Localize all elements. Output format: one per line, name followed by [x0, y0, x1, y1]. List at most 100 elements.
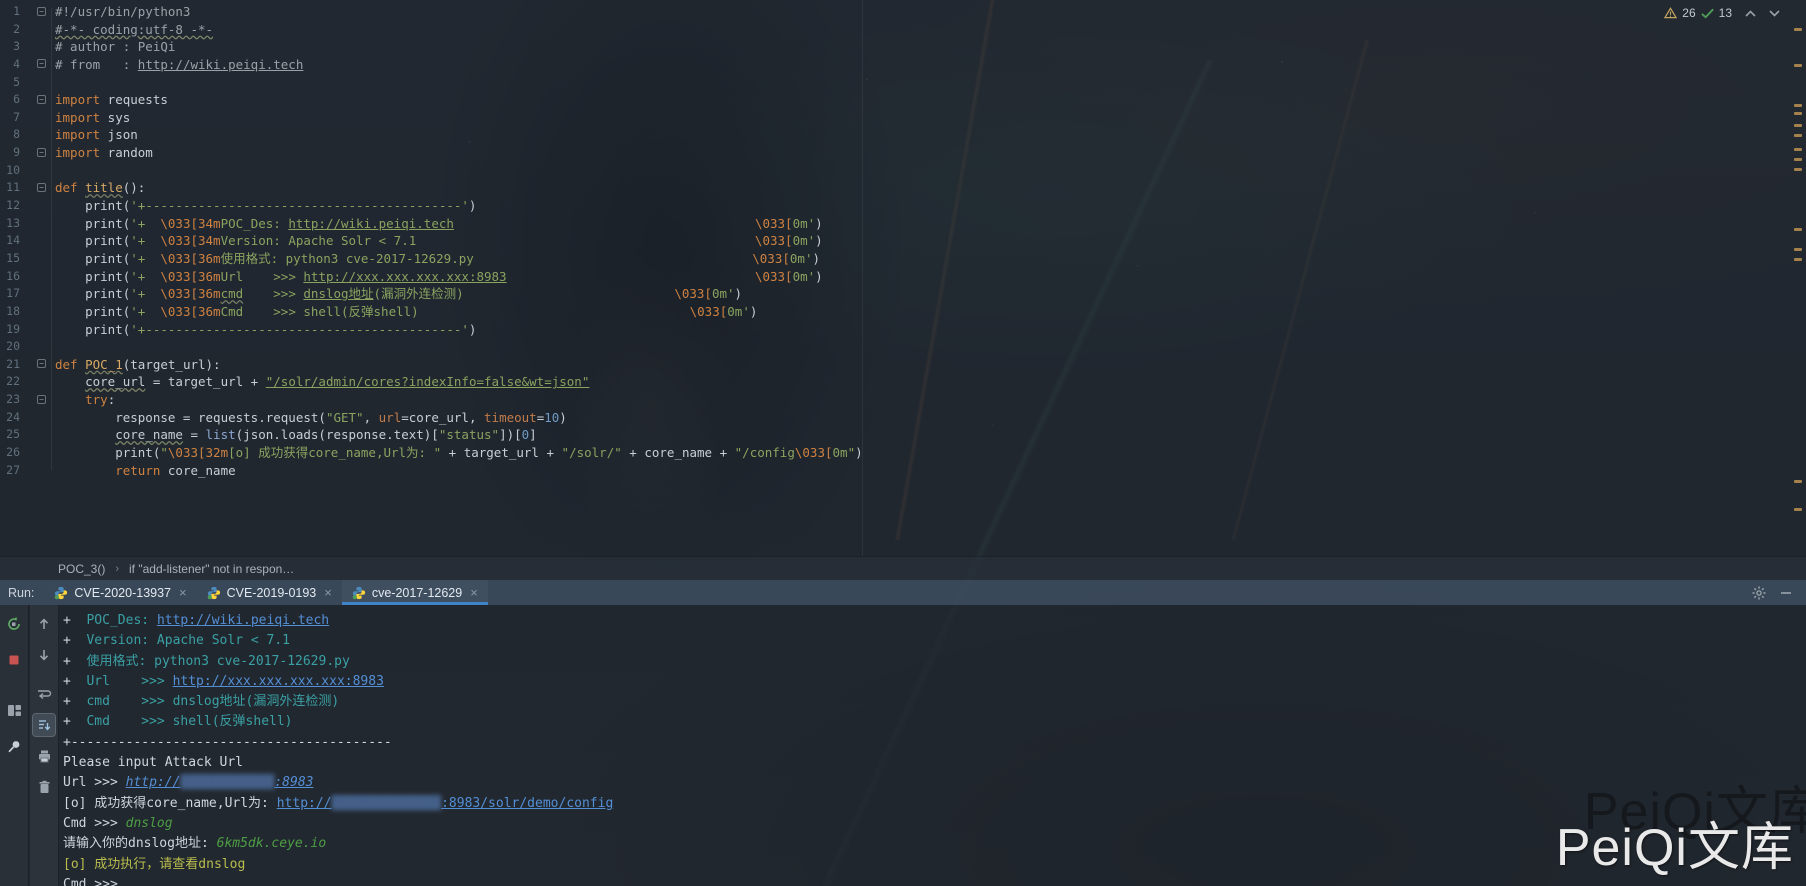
code-text[interactable]: print('+ \033[36mUrl >>> http://xxx.xxx.… — [55, 268, 823, 286]
code-text[interactable]: import json — [55, 126, 138, 144]
stop-icon[interactable] — [3, 649, 25, 671]
run-tab-cve-2020-13937[interactable]: CVE-2020-13937 × — [44, 580, 196, 605]
code-line[interactable]: 26 print("\033[32m[o] 成功获得core_name,Url为… — [0, 444, 1786, 462]
code-line[interactable]: 4 − # from : http://wiki.peiqi.tech — [0, 56, 1786, 74]
code-text[interactable]: print('+--------------------------------… — [55, 197, 476, 215]
line-number[interactable]: 9 — [0, 144, 20, 162]
line-number[interactable]: 2 — [0, 21, 20, 39]
line-number[interactable]: 25 — [0, 426, 20, 444]
code-line[interactable]: 19 print('+-----------------------------… — [0, 321, 1786, 339]
code-text[interactable]: core_url = target_url + "/solr/admin/cor… — [55, 373, 589, 391]
code-text[interactable]: print('+--------------------------------… — [55, 321, 476, 339]
line-number[interactable]: 1 — [0, 3, 20, 21]
code-line[interactable]: 22 core_url = target_url + "/solr/admin/… — [0, 373, 1786, 391]
fold-icon[interactable]: − — [37, 182, 46, 192]
next-problem-chevron-icon[interactable] — [1769, 9, 1780, 17]
code-line[interactable]: 20 — [0, 338, 1786, 356]
warning-stripe-mark[interactable] — [1794, 480, 1802, 483]
warning-stripe-mark[interactable] — [1794, 124, 1802, 127]
line-number[interactable]: 14 — [0, 232, 20, 250]
warning-stripe-mark[interactable] — [1794, 104, 1802, 107]
warning-count[interactable]: 26 — [1682, 6, 1695, 20]
line-number[interactable]: 15 — [0, 250, 20, 268]
code-line[interactable]: 12 print('+-----------------------------… — [0, 197, 1786, 215]
print-icon[interactable] — [33, 745, 55, 767]
line-number[interactable]: 6 — [0, 91, 20, 109]
down-arrow-icon[interactable] — [33, 644, 55, 666]
fold-icon[interactable]: − — [37, 6, 46, 16]
code-text[interactable]: print('+ \033[36mCmd >>> shell(反弹shell) … — [55, 303, 757, 321]
code-text[interactable]: print('+ \033[36m使用格式: python3 cve-2017-… — [55, 250, 820, 268]
link[interactable]: http://wiki.peiqi.tech — [157, 613, 329, 628]
code-text[interactable]: #-*- coding:utf-8 -*- — [55, 21, 213, 39]
prev-problem-chevron-icon[interactable] — [1745, 9, 1756, 17]
code-line[interactable]: 15 print('+ \033[36m使用格式: python3 cve-20… — [0, 250, 1786, 268]
clear-all-trash-icon[interactable] — [33, 776, 55, 798]
code-text[interactable]: # from : http://wiki.peiqi.tech — [55, 56, 303, 74]
line-number[interactable]: 5 — [0, 74, 20, 92]
link[interactable]: http://xxx.xxx.xxx.xxx:8983 — [303, 269, 506, 284]
code-text[interactable]: import random — [55, 144, 153, 162]
code-line[interactable]: 11 − def title(): — [0, 179, 1786, 197]
link[interactable]: http://wiki.peiqi.tech — [138, 57, 304, 72]
editor-code[interactable]: 1− #!/usr/bin/python3 2 #-*- coding:utf-8 -… — [0, 3, 1786, 479]
breadcrumb-context[interactable]: if "add-listener" not in respon… — [129, 562, 294, 576]
line-number[interactable]: 3 — [0, 38, 20, 56]
breadcrumb-scope[interactable]: POC_3() — [58, 562, 105, 576]
close-icon[interactable]: × — [324, 585, 332, 600]
link[interactable]: http://xxx.xxx.xxx.xxx:8983 — [173, 674, 384, 689]
code-text[interactable]: print('+ \033[34mPOC_Des: http://wiki.pe… — [55, 215, 823, 233]
warning-stripe-mark[interactable] — [1794, 258, 1802, 261]
code-text[interactable]: def POC_1(target_url): — [55, 356, 221, 374]
line-number[interactable]: 10 — [0, 162, 20, 180]
line-number[interactable]: 22 — [0, 373, 20, 391]
code-line[interactable]: 16 print('+ \033[36mUrl >>> http://xxx.x… — [0, 268, 1786, 286]
warning-stripe-mark[interactable] — [1794, 134, 1802, 137]
pin-icon[interactable] — [3, 735, 25, 757]
code-line[interactable]: 23 − try: — [0, 391, 1786, 409]
link[interactable]: http:// — [126, 775, 181, 790]
code-text[interactable]: core_name = list(json.loads(response.tex… — [55, 426, 536, 444]
fold-icon[interactable]: − — [37, 359, 46, 369]
minimize-icon[interactable] — [1780, 587, 1792, 599]
code-line[interactable]: 27 return core_name — [0, 462, 1786, 480]
restore-layout-icon[interactable] — [3, 699, 25, 721]
code-line[interactable]: 10 — [0, 162, 1786, 180]
line-number[interactable]: 11 — [0, 179, 20, 197]
line-number[interactable]: 4 — [0, 56, 20, 74]
line-number[interactable]: 8 — [0, 126, 20, 144]
close-icon[interactable]: × — [470, 585, 478, 600]
code-text[interactable]: print("\033[32m[o] 成功获得core_name,Url为: "… — [55, 444, 862, 462]
gear-icon[interactable] — [1752, 586, 1766, 600]
scroll-to-end-icon[interactable] — [32, 713, 56, 737]
code-text[interactable]: try: — [55, 391, 115, 409]
line-number[interactable]: 23 — [0, 391, 20, 409]
code-line[interactable]: 3 # author : PeiQi — [0, 38, 1786, 56]
code-text[interactable]: def title(): — [55, 179, 145, 197]
code-text[interactable]: import sys — [55, 109, 130, 127]
fold-icon[interactable]: − — [37, 394, 46, 404]
run-tab-cve-2017-12629[interactable]: cve-2017-12629 × — [341, 580, 488, 605]
link[interactable]: :8983 — [274, 775, 313, 790]
link[interactable]: dnslog地址 — [303, 286, 373, 301]
code-line[interactable]: 9 − import random — [0, 144, 1786, 162]
code-line[interactable]: 5 — [0, 74, 1786, 92]
code-line[interactable]: 17 print('+ \033[36mcmd >>> dnslog地址(漏洞外… — [0, 285, 1786, 303]
code-line[interactable]: 24 response = requests.request("GET", ur… — [0, 409, 1786, 427]
code-line[interactable]: 14 print('+ \033[34mVersion: Apache Solr… — [0, 232, 1786, 250]
code-line[interactable]: 2 #-*- coding:utf-8 -*- — [0, 21, 1786, 39]
up-arrow-icon[interactable] — [33, 613, 55, 635]
line-number[interactable]: 21 — [0, 356, 20, 374]
code-text[interactable]: # author : PeiQi — [55, 38, 175, 56]
code-line[interactable]: 25 core_name = list(json.loads(response.… — [0, 426, 1786, 444]
line-number[interactable]: 19 — [0, 321, 20, 339]
run-tab-cve-2019-0193[interactable]: CVE-2019-0193 × — [197, 580, 342, 605]
warning-stripe-mark[interactable] — [1794, 158, 1802, 161]
code-editor[interactable]: 1− #!/usr/bin/python3 2 #-*- coding:utf-8 -… — [0, 0, 1806, 556]
error-stripe-scrollbar[interactable] — [1790, 0, 1806, 556]
line-number[interactable]: 7 — [0, 109, 20, 127]
code-text[interactable]: print('+ \033[34mVersion: Apache Solr < … — [55, 232, 823, 250]
line-number[interactable]: 13 — [0, 215, 20, 233]
link[interactable]: http://wiki.peiqi.tech — [288, 216, 454, 231]
console-output[interactable]: + POC_Des: http://wiki.peiqi.tech + Versi… — [63, 611, 1790, 886]
